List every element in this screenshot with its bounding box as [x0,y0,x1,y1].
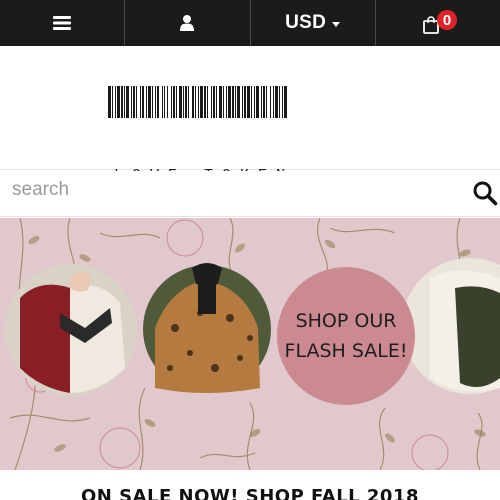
cart-count-badge[interactable]: 0 [437,10,457,30]
flash-sale-banner[interactable]: SHOP OUR FLASH SALE! [0,218,500,470]
search-icon[interactable] [472,180,498,206]
logo-header: L O V E T O K E N [0,46,500,184]
floral-pattern-background [5,218,500,470]
menu-button[interactable] [0,0,126,46]
search-input[interactable] [0,171,460,216]
search-bar [0,171,500,217]
sale-line-2: FLASH SALE! [284,340,408,362]
currency-label: USD [285,12,327,33]
sale-line-1: SHOP OUR [295,310,397,332]
barcode-logo[interactable] [108,86,392,118]
caret-down-icon [332,21,341,27]
flash-sale-badge[interactable]: SHOP OUR FLASH SALE! [277,267,415,405]
account-button[interactable] [125,0,251,46]
user-icon [180,15,195,31]
top-navigation-bar: USD [0,0,500,46]
currency-selector[interactable]: USD [251,0,376,46]
currency-value: USD [285,12,341,34]
sale-headline: ON SALE NOW! SHOP FALL 2018 [80,486,419,500]
hamburger-menu-icon [53,16,72,30]
